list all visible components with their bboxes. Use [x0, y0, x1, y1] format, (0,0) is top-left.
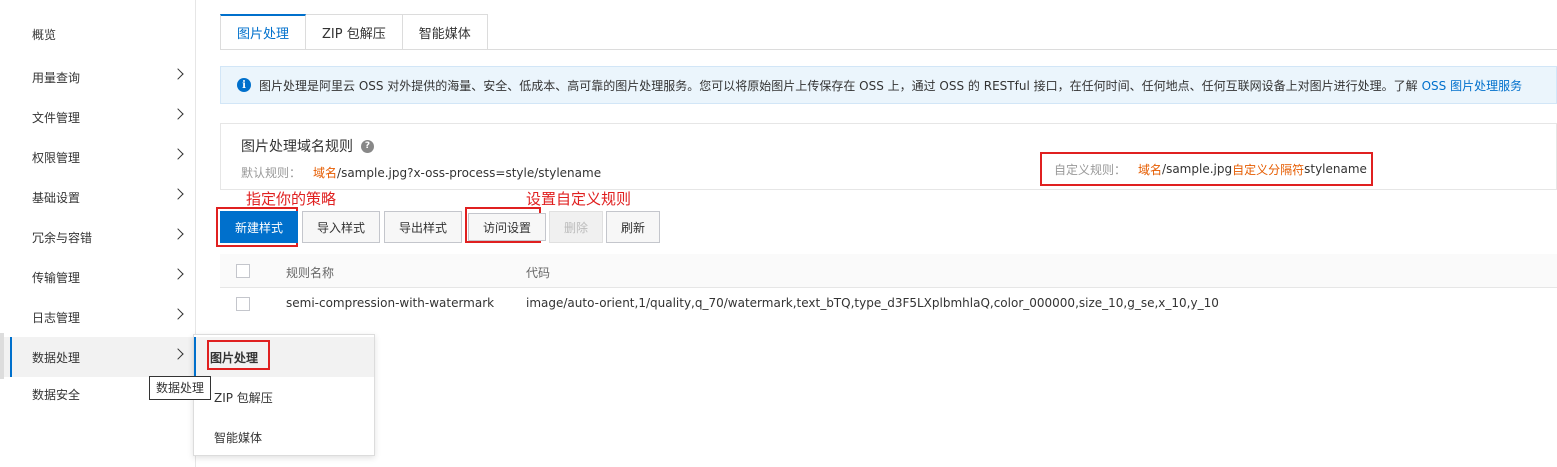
chevron-right-icon [172, 68, 184, 80]
sidebar-item-permissions[interactable]: 权限管理 [0, 137, 196, 177]
sidebar-item-label: 用量查询 [32, 70, 81, 85]
sidebar-item-label: 传输管理 [32, 270, 81, 285]
submenu-item-label: 智能媒体 [214, 430, 263, 445]
annotation-custom-rule: 设置自定义规则 [526, 190, 632, 208]
chevron-right-icon [172, 188, 184, 200]
sidebar-item-label: 数据安全 [32, 387, 81, 402]
sidebar-item-label: 日志管理 [32, 310, 81, 325]
chevron-right-icon [172, 308, 184, 320]
tooltip: 数据处理 [149, 376, 212, 400]
submenu-item-zip-decompress[interactable]: ZIP 包解压 [194, 377, 374, 417]
custom-rule-style: stylename [1304, 162, 1367, 176]
rule-code: image/auto-orient,1/quality,q_70/waterma… [526, 296, 1219, 310]
new-style-button[interactable]: 新建样式 [220, 211, 299, 243]
collapse-handle[interactable] [0, 333, 4, 379]
sidebar-item-label: 文件管理 [32, 110, 81, 125]
refresh-button[interactable]: 刷新 [606, 211, 661, 243]
sidebar-item-logs[interactable]: 日志管理 [0, 297, 196, 337]
info-banner: i 图片处理是阿里云 OSS 对外提供的海量、安全、低成本、高可靠的图片处理服务… [220, 66, 1557, 104]
default-rule-path: /sample.jpg?x-oss-process=style/stylenam… [337, 166, 602, 180]
banner-text: 图片处理是阿里云 OSS 对外提供的海量、安全、低成本、高可靠的图片处理服务。您… [259, 78, 1418, 93]
help-icon[interactable]: ? [361, 139, 374, 153]
tab-smart-media[interactable]: 智能媒体 [402, 14, 488, 50]
chevron-right-icon [172, 108, 184, 120]
highlight-image-processing [207, 340, 270, 370]
info-icon: i [237, 78, 251, 92]
submenu-item-label: ZIP 包解压 [214, 390, 273, 405]
annotation-strategy: 指定你的策略 [246, 190, 337, 208]
sidebar-item-transfer[interactable]: 传输管理 [0, 257, 196, 297]
custom-rule-domain: 域名 [1138, 162, 1163, 177]
row-checkbox[interactable] [236, 297, 250, 311]
custom-rule-label: 自定义规则： [1054, 162, 1127, 177]
column-header-code: 代码 [526, 266, 551, 280]
sidebar-item-label: 数据处理 [32, 350, 81, 365]
export-style-button[interactable]: 导出样式 [384, 211, 463, 243]
select-all-checkbox[interactable] [236, 264, 250, 278]
chevron-right-icon [172, 268, 184, 280]
sidebar-item-label: 权限管理 [32, 150, 81, 165]
custom-rule: 自定义规则： 域名/sample.jpg 自定义分隔符 stylename [1040, 152, 1373, 186]
default-rule-domain: 域名 [313, 166, 338, 180]
rule-name: semi-compression-with-watermark [286, 296, 495, 310]
active-indicator [10, 337, 12, 377]
submenu-item-smart-media[interactable]: 智能媒体 [194, 417, 374, 457]
import-style-button[interactable]: 导入样式 [302, 211, 381, 243]
rules-title: 图片处理域名规则 [241, 139, 353, 155]
sidebar-item-data-processing[interactable]: 数据处理 [0, 337, 196, 377]
sidebar-item-label: 概览 [32, 27, 57, 42]
sidebar-item-label: 基础设置 [32, 190, 81, 205]
custom-rule-path: /sample.jpg [1162, 162, 1233, 176]
sidebar-item-redundancy[interactable]: 冗余与容错 [0, 217, 196, 257]
chevron-right-icon [172, 148, 184, 160]
sidebar-item-files[interactable]: 文件管理 [0, 97, 196, 137]
sidebar-item-overview[interactable]: 概览 [0, 14, 196, 54]
sidebar-item-usage[interactable]: 用量查询 [0, 57, 196, 97]
oss-image-service-link[interactable]: OSS 图片处理服务 [1422, 77, 1523, 94]
tab-bar: 图片处理 ZIP 包解压 智能媒体 [220, 14, 488, 50]
column-header-name: 规则名称 [286, 266, 335, 280]
tab-image-processing[interactable]: 图片处理 [220, 14, 307, 50]
panel-title: 图片处理域名规则 ? [241, 136, 374, 156]
chevron-right-icon [172, 348, 184, 360]
default-rule-label: 默认规则： [241, 166, 302, 180]
sidebar-item-label: 冗余与容错 [32, 230, 93, 245]
table-header: 规则名称 代码 [220, 254, 1557, 288]
tab-divider [220, 49, 1557, 50]
delete-button[interactable]: 删除 [549, 211, 604, 243]
sidebar-item-basic-settings[interactable]: 基础设置 [0, 177, 196, 217]
tab-zip-decompress[interactable]: ZIP 包解压 [306, 14, 403, 50]
table-row: semi-compression-with-watermark image/au… [220, 288, 1557, 320]
access-settings-button[interactable]: 访问设置 [468, 213, 547, 241]
chevron-right-icon [172, 228, 184, 240]
default-rule: 默认规则： 域名/sample.jpg?x-oss-process=style/s… [241, 164, 601, 181]
custom-rule-separator: 自定义分隔符 [1232, 162, 1305, 177]
